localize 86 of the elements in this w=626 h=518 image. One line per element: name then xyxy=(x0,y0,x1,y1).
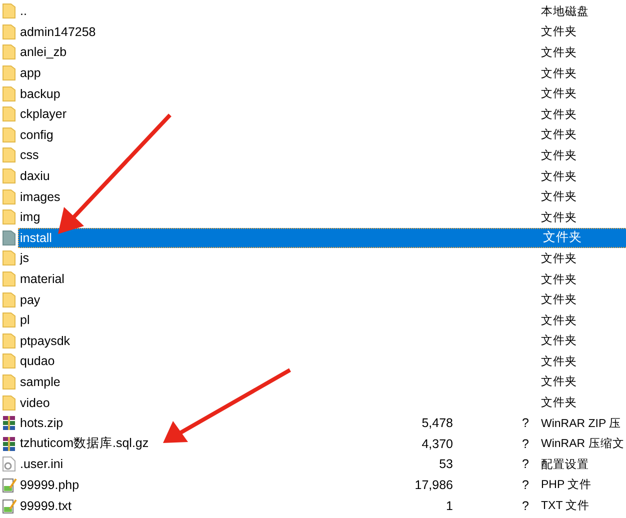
file-name[interactable]: 99999.php xyxy=(18,474,393,496)
folder-icon xyxy=(2,86,16,102)
archive-icon xyxy=(2,436,17,452)
attribute-text: ? xyxy=(521,478,530,492)
file-type: 文件夹 xyxy=(541,46,578,60)
file-type: 文件夹 xyxy=(541,66,578,81)
file-size: 4,370 xyxy=(420,436,453,451)
folder-icon xyxy=(2,147,16,164)
file-type: 文件夹 xyxy=(541,148,578,163)
file-size: 1 xyxy=(445,498,453,513)
folder-icon xyxy=(2,168,16,184)
file-size: 17,986 xyxy=(414,478,453,492)
folder-icon xyxy=(2,106,16,122)
file-type: 文件夹 xyxy=(541,334,578,348)
file-name[interactable]: qudao xyxy=(18,351,393,372)
file-type: 文件夹 xyxy=(541,374,578,390)
file-type: 本地磁盘 xyxy=(541,4,590,19)
file-row[interactable]: install 文件夹 xyxy=(18,228,626,248)
folder-icon xyxy=(2,312,16,328)
text-file-icon xyxy=(2,498,17,514)
file-type: TXT 文件 xyxy=(541,498,591,514)
file-type: 文件夹 xyxy=(541,24,578,40)
file-name[interactable]: pl xyxy=(18,310,393,330)
folder-icon xyxy=(2,188,16,205)
file-name[interactable]: admin147258 xyxy=(18,22,393,42)
file-type: 文件夹 xyxy=(541,252,578,266)
folder-icon xyxy=(2,271,16,288)
file-type: WinRAR ZIP 压 xyxy=(541,416,622,431)
file-size: 53 xyxy=(438,457,453,472)
file-name[interactable]: .. xyxy=(18,1,393,22)
folder-icon xyxy=(2,24,16,40)
file-name[interactable]: 99999.txt xyxy=(18,495,393,516)
file-type: 文件夹 xyxy=(541,314,578,328)
archive-icon xyxy=(2,415,17,432)
file-name[interactable]: anlei_zb xyxy=(18,42,393,63)
file-type: 文件夹 xyxy=(541,190,578,204)
file-name[interactable]: material xyxy=(18,268,393,290)
file-type: WinRAR 压缩文 xyxy=(541,436,626,452)
file-type: 文件夹 xyxy=(541,396,578,410)
file-name[interactable]: ptpaysdk xyxy=(18,330,393,352)
file-type: 文件夹 xyxy=(541,108,578,122)
settings-file-icon xyxy=(2,456,16,472)
file-name[interactable]: hots.zip xyxy=(18,412,393,434)
folder-icon xyxy=(2,332,16,349)
attribute-text: ? xyxy=(521,416,530,430)
folder-icon xyxy=(2,292,16,308)
folder-icon xyxy=(2,230,16,246)
file-type: 文件夹 xyxy=(541,292,578,308)
file-type: 文件夹 xyxy=(541,86,578,102)
folder-icon xyxy=(2,65,16,82)
file-name[interactable]: daxiu xyxy=(18,166,393,186)
folder-icon xyxy=(2,250,16,266)
folder-icon xyxy=(2,353,16,370)
file-name[interactable]: sample xyxy=(18,372,393,392)
attribute-text: ? xyxy=(521,436,530,451)
file-name[interactable]: pay xyxy=(18,289,393,310)
file-type: 文件夹 xyxy=(543,229,583,246)
file-name: install xyxy=(20,230,53,245)
file-name[interactable]: .user.ini xyxy=(18,454,393,475)
folder-icon xyxy=(2,374,16,390)
file-type: 文件夹 xyxy=(541,210,578,225)
file-name[interactable]: video xyxy=(18,392,393,413)
file-type: 文件夹 xyxy=(541,170,578,184)
attribute-text: ? xyxy=(521,457,530,472)
file-name[interactable]: backup xyxy=(18,83,393,104)
folder-icon xyxy=(2,44,16,60)
file-name[interactable]: css xyxy=(18,145,393,166)
attribute-text: ? xyxy=(521,498,530,513)
file-type: 文件夹 xyxy=(541,128,578,142)
file-type: PHP 文件 xyxy=(541,478,593,492)
file-name[interactable]: images xyxy=(18,186,393,207)
file-name[interactable]: config xyxy=(18,124,393,146)
folder-icon xyxy=(2,394,16,411)
file-name[interactable]: js xyxy=(18,248,393,269)
file-name[interactable]: tzhuticom数据库.sql.gz xyxy=(18,433,393,454)
folder-icon xyxy=(2,209,16,226)
folder-icon xyxy=(2,3,16,20)
folder-icon xyxy=(2,126,16,143)
file-type: 配置设置 xyxy=(541,458,590,472)
file-type: 文件夹 xyxy=(541,272,578,287)
file-size: 5,478 xyxy=(420,416,453,430)
file-name[interactable]: app xyxy=(18,62,393,84)
text-file-icon xyxy=(2,476,17,493)
file-name[interactable]: ckplayer xyxy=(18,104,393,125)
file-type: 文件夹 xyxy=(541,354,578,369)
file-name[interactable]: img xyxy=(18,206,393,228)
